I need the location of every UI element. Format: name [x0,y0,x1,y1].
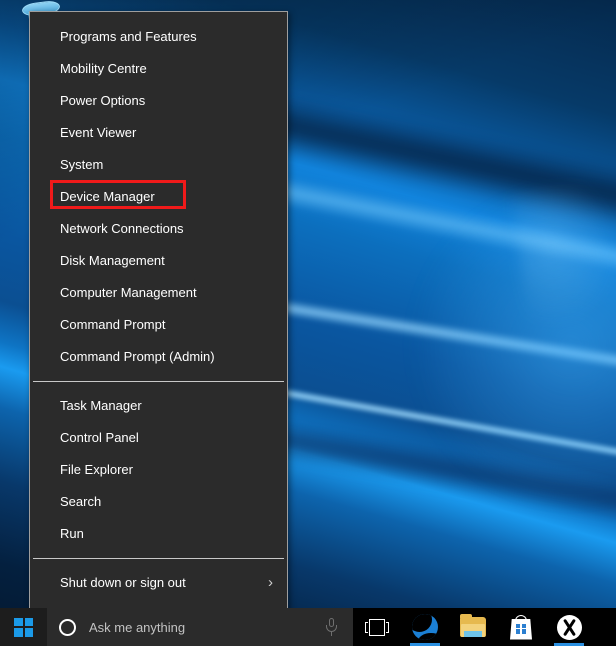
start-button[interactable] [0,608,47,646]
menu-group-tools: Task Manager Control Panel File Explorer… [30,390,287,550]
menu-item-task-manager[interactable]: Task Manager [30,390,287,422]
menu-item-programs-and-features[interactable]: Programs and Features [30,21,287,53]
microphone-button[interactable] [309,608,353,646]
menu-item-shut-down-label: Shut down or sign out [60,575,186,590]
menu-item-device-manager[interactable]: Device Manager [30,181,287,213]
menu-item-network-connections[interactable]: Network Connections [30,213,287,245]
menu-item-shut-down-or-sign-out[interactable]: Shut down or sign out › [30,567,287,599]
menu-item-search[interactable]: Search [30,486,287,518]
menu-item-power-options[interactable]: Power Options [30,85,287,117]
winx-power-user-menu: Programs and Features Mobility Centre Po… [29,11,288,612]
menu-item-control-panel[interactable]: Control Panel [30,422,287,454]
menu-item-command-prompt[interactable]: Command Prompt [30,309,287,341]
taskbar-xbox-button[interactable] [545,608,593,646]
menu-separator-1 [33,381,284,382]
menu-group-system: Programs and Features Mobility Centre Po… [30,21,287,373]
menu-item-system[interactable]: System [30,149,287,181]
menu-item-mobility-centre[interactable]: Mobility Centre [30,53,287,85]
taskbar: Ask me anything [0,608,616,646]
taskbar-edge-button[interactable] [401,608,449,646]
microsoft-store-icon [510,615,532,640]
menu-item-computer-management[interactable]: Computer Management [30,277,287,309]
microphone-icon [325,618,338,636]
taskbar-file-explorer-button[interactable] [449,608,497,646]
task-view-icon [365,619,389,636]
taskbar-store-button[interactable] [497,608,545,646]
xbox-icon [557,615,582,640]
chevron-right-icon: › [268,567,273,599]
menu-item-command-prompt-admin[interactable]: Command Prompt (Admin) [30,341,287,373]
cortana-search-box[interactable]: Ask me anything [47,608,309,646]
menu-item-disk-management[interactable]: Disk Management [30,245,287,277]
menu-separator-2 [33,558,284,559]
menu-item-run[interactable]: Run [30,518,287,550]
file-explorer-icon [460,617,486,637]
menu-item-file-explorer[interactable]: File Explorer [30,454,287,486]
windows-logo-icon [14,618,33,637]
menu-item-event-viewer[interactable]: Event Viewer [30,117,287,149]
cortana-placeholder-text: Ask me anything [89,620,185,635]
desktop-screen: N Programs and Features Mobility Centre … [0,0,616,646]
microsoft-edge-icon [412,614,438,640]
cortana-ring-icon [59,619,76,636]
taskbar-task-view-button[interactable] [353,608,401,646]
